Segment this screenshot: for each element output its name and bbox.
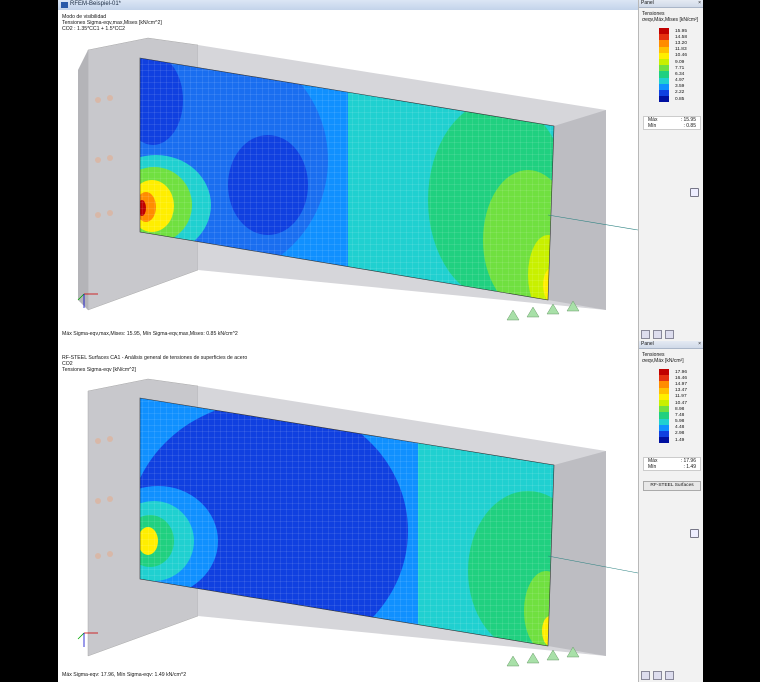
top-legend-value: 3.59 xyxy=(675,84,685,90)
top-status-line: Máx Sigma-eqv,max,Mises: 15.95, Mín Sigm… xyxy=(62,331,238,337)
app-window-icon xyxy=(61,2,68,8)
top-legend-value: 7.71 xyxy=(675,65,685,71)
top-panel-header: Panel × xyxy=(639,0,703,8)
top-min-value: : 0.85 xyxy=(683,123,696,129)
zoom-icon[interactable] xyxy=(690,529,699,538)
top-legend-panel: Panel × Tensiones σeqv,Máx,Mises [kN/cm²… xyxy=(638,0,703,341)
top-info-line-3: CO2 : 1.35*CC1 + 1.5*CC2 xyxy=(62,26,126,32)
top-legend-value: 14.58 xyxy=(675,34,688,40)
bottom-panel-toolbar xyxy=(641,671,674,680)
bottom-model-render xyxy=(77,378,638,667)
bottom-legend-value: 13.47 xyxy=(675,388,688,394)
bottom-color-legend: 17.96 16.46 14.97 13.47 11.97 10.47 8.98 7.48 5.… xyxy=(659,369,699,444)
bottom-legend-value: 1.49 xyxy=(675,437,685,443)
bottom-legend-value: 10.47 xyxy=(675,400,688,406)
bottom-legend-value: 17.96 xyxy=(675,369,688,375)
bottom-legend-panel: Panel × Tensiones σeqv,Máx [kN/cm²] 17.9… xyxy=(638,341,703,682)
bottom-maxmin-box: Máx: 17.96 Mín: 1.49 xyxy=(643,457,701,471)
bottom-info-block: RF-STEEL Surfaces CA1 - Análisis general… xyxy=(62,355,247,373)
bottom-legend-value: 5.98 xyxy=(675,419,685,425)
top-panel-toolbar xyxy=(641,330,674,339)
bottom-legend-swatch xyxy=(659,437,669,444)
top-view-window: RFEM-Beispiel-01* Modo de visibilidad Te… xyxy=(58,0,703,341)
top-panel-unit: σeqv,Máx,Mises [kN/cm²] xyxy=(642,17,699,23)
bottom-3d-viewport[interactable]: RF-STEEL Surfaces CA1 - Análisis general… xyxy=(58,341,638,682)
top-legend-row: 0.85 xyxy=(659,96,699,103)
bottom-info-line-3: Tensiones Sigma-eqv [kN/cm^2] xyxy=(62,367,136,373)
bottom-legend-row: 1.49 xyxy=(659,437,699,444)
top-3d-viewport[interactable]: Modo de visibilidad Tensiones Sigma-eqv,… xyxy=(58,10,638,341)
bottom-legend-value: 16.46 xyxy=(675,375,688,381)
bottom-view-window: RF-STEEL Surfaces CA1 - Análisis general… xyxy=(58,341,703,682)
rf-steel-surfaces-button[interactable]: RF-STEEL Surfaces xyxy=(643,481,701,491)
bottom-panel-header-label: Panel xyxy=(641,341,654,347)
bottom-legend-value: 2.98 xyxy=(675,431,685,437)
bottom-min-value: : 1.49 xyxy=(683,464,696,470)
close-icon[interactable]: × xyxy=(698,341,701,348)
settings-icon[interactable] xyxy=(665,330,674,339)
top-color-legend: 15.95 14.58 13.20 11.83 10.46 9.09 7.71 6.34 4.9… xyxy=(659,28,699,103)
top-legend-value: 10.46 xyxy=(675,53,688,59)
top-legend-value: 6.34 xyxy=(675,71,685,77)
palette-icon[interactable] xyxy=(653,330,662,339)
palette-icon[interactable] xyxy=(653,671,662,680)
layers-icon[interactable] xyxy=(641,330,650,339)
top-legend-value: 15.95 xyxy=(675,28,688,34)
bottom-legend-value: 14.97 xyxy=(675,381,688,387)
top-legend-value: 2.22 xyxy=(675,90,685,96)
top-min-label: Mín xyxy=(648,123,657,129)
top-legend-value: 4.97 xyxy=(675,78,685,84)
zoom-icon[interactable] xyxy=(690,188,699,197)
bottom-legend-value: 4.48 xyxy=(675,425,685,431)
top-legend-swatch xyxy=(659,96,669,103)
top-legend-value: 9.09 xyxy=(675,59,685,65)
settings-icon[interactable] xyxy=(665,671,674,680)
bottom-legend-value: 11.97 xyxy=(675,394,687,400)
bottom-info-line-1: RF-STEEL Surfaces CA1 - Análisis general… xyxy=(62,355,248,361)
top-window-title: RFEM-Beispiel-01* xyxy=(70,1,122,7)
bottom-panel-header: Panel × xyxy=(639,341,703,349)
bottom-legend-value: 8.98 xyxy=(675,406,685,412)
close-icon[interactable]: × xyxy=(698,0,701,7)
bottom-min-label: Mín xyxy=(648,464,657,470)
top-legend-value: 11.83 xyxy=(675,47,687,53)
top-panel-header-label: Panel xyxy=(641,0,654,6)
bottom-panel-unit: σeqv,Máx [kN/cm²] xyxy=(642,358,684,364)
bottom-status-line: Máx Sigma-eqv: 17.96, Mín Sigma-eqv: 1.4… xyxy=(62,672,187,678)
top-info-block: Modo de visibilidad Tensiones Sigma-eqv,… xyxy=(62,14,162,32)
top-model-render xyxy=(77,37,638,321)
top-legend-value: 0.85 xyxy=(675,96,685,102)
top-legend-value: 13.20 xyxy=(675,40,688,46)
bottom-legend-value: 7.48 xyxy=(675,412,685,418)
top-maxmin-box: Máx: 15.95 Mín: 0.85 xyxy=(643,116,701,130)
layers-icon[interactable] xyxy=(641,671,650,680)
